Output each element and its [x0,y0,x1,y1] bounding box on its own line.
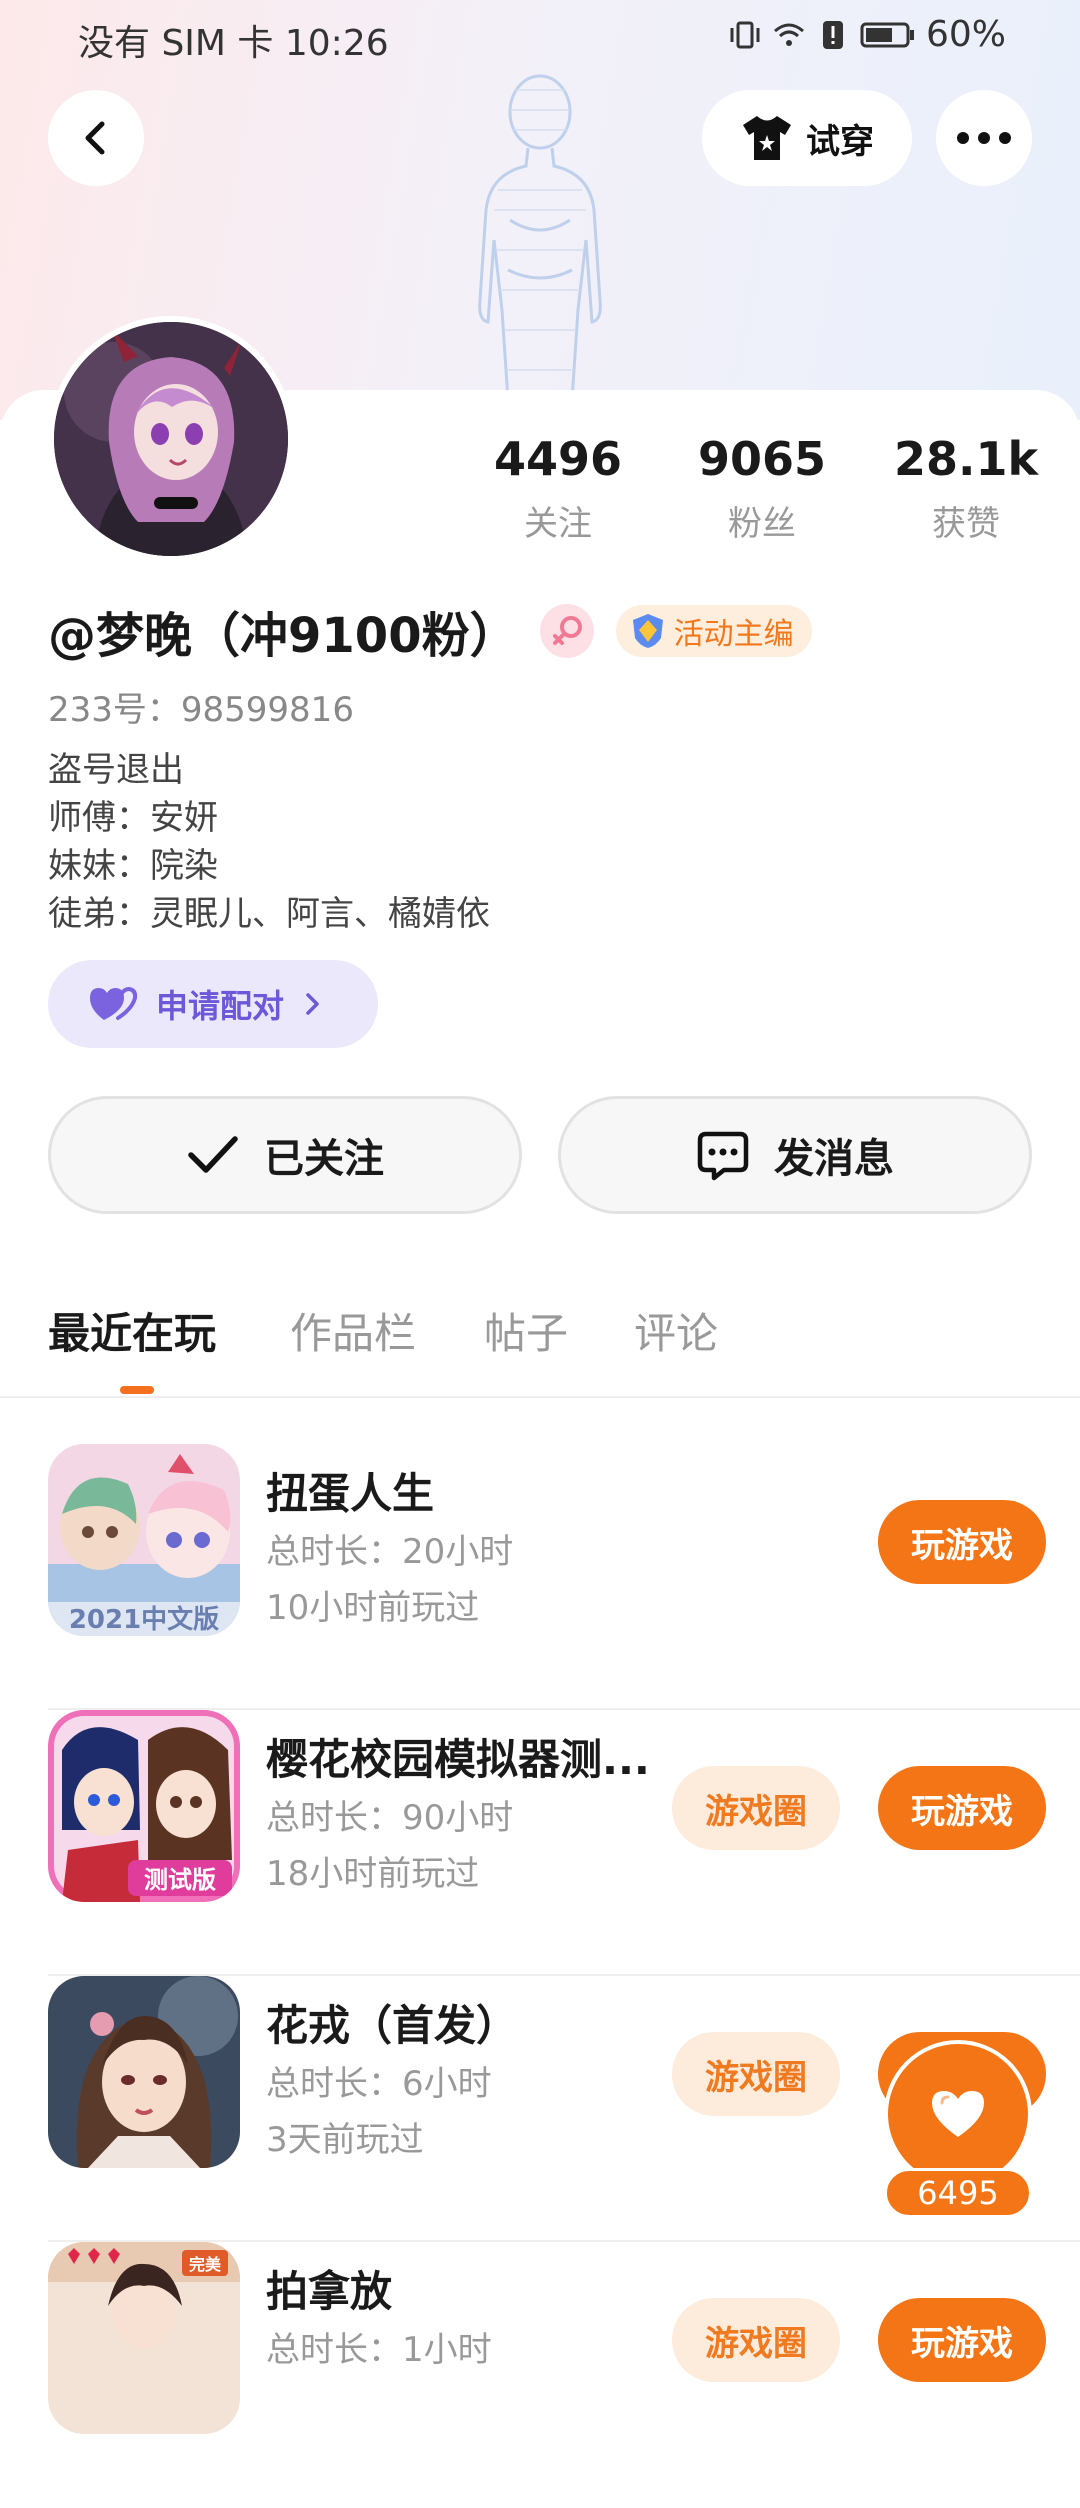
battery-text: 60% [925,14,1006,55]
status-right: 60% [728,14,1006,55]
game-row[interactable]: 测试版 樱花校园模拟器测... 总时长：90小时 18小时前玩过 游戏圈 玩游戏 [48,1710,1080,1976]
carrier-text: 没有 SIM 卡 [78,23,274,64]
game-title: 花戎（首发） [266,2001,519,2050]
bio-line: 徒弟：灵眠儿、阿言、橘婧依 [48,894,490,934]
like-fab-button[interactable] [884,2040,1032,2188]
bio: 盗号退出 师傅：安妍 妹妹：院染 徒弟：灵眠儿、阿言、橘婧依 [48,746,490,938]
game-duration: 总时长：20小时 [266,1532,514,1572]
game-circle-button[interactable]: 游戏圈 [672,2298,840,2382]
tab-posts[interactable]: 帖子 [484,1300,568,1361]
role-badge-label: 活动主编 [673,617,794,652]
game-thumbnail-icon: 测试版 [48,1710,240,1902]
tryon-label: 试穿 [806,121,874,162]
avatar[interactable] [48,316,294,562]
message-button[interactable]: 发消息 [558,1096,1032,1214]
chat-bubble-icon [697,1131,749,1181]
editor-shield-icon [632,614,663,648]
back-arrow-icon [85,121,105,155]
game-row[interactable]: 2021中文版 扭蛋人生 总时长：20小时 10小时前玩过 玩游戏 [48,1444,1080,1710]
female-icon [552,616,582,645]
following-button[interactable]: 已关注 [48,1096,522,1214]
chevron-right-icon [306,993,319,1015]
game-last-played: 18小时前玩过 [266,1854,480,1894]
pair-label: 申请配对 [156,987,285,1025]
game-duration: 总时长：1小时 [266,2330,492,2370]
following-label: 已关注 [264,1136,384,1182]
game-duration: 总时长：90小时 [266,1798,514,1838]
user-name: @梦晚（冲9100粉） [48,608,518,664]
role-badge[interactable]: 活动主编 [615,605,812,657]
game-icon[interactable]: 测试版 [48,1710,240,1902]
stat-value: 4496 [493,432,623,486]
vibrate-icon [730,21,760,48]
game-last-played: 10小时前玩过 [266,1588,480,1628]
wifi-icon [774,23,804,46]
game-icon-caption: 完美 [189,2255,222,2274]
status-bar: 没有 SIM 卡 10:26 60% [0,0,1080,74]
alert-icon [822,20,843,49]
play-game-button[interactable]: 玩游戏 [878,2298,1046,2382]
bio-line: 妹妹：院染 [48,846,218,886]
game-icon[interactable]: 完美 [48,2242,240,2434]
more-dots-icon [957,132,1011,144]
game-icon[interactable] [48,1976,240,2168]
stat-likes[interactable]: 28.1k 获赞 [866,432,1066,545]
more-button[interactable] [936,90,1032,186]
game-title: 扭蛋人生 [266,1469,435,1518]
tabs-divider [0,1396,1080,1398]
game-last-played: 3天前玩过 [266,2120,424,2160]
game-thumbnail-icon [48,1976,240,2168]
tryon-button[interactable]: 试穿 [702,90,912,186]
status-left: 没有 SIM 卡 10:26 [78,14,389,66]
play-game-button[interactable]: 玩游戏 [878,1500,1046,1584]
stat-followers[interactable]: 9065 粉丝 [662,432,862,545]
clock-text: 10:26 [284,23,389,64]
bio-line: 师傅：安妍 [48,798,218,838]
like-count: 6495 [884,2168,1032,2218]
check-icon [188,1136,238,1173]
pair-request-button[interactable]: 申请配对 [48,960,378,1048]
tab-works[interactable]: 作品栏 [290,1300,416,1361]
stat-following[interactable]: 4496 关注 [458,432,658,545]
game-circle-button[interactable]: 游戏圈 [672,2032,840,2116]
stat-value: 28.1k [893,432,1039,486]
battery-icon [860,22,914,47]
name-row: @梦晚（冲9100粉） 活动主编 [48,596,812,666]
game-thumbnail-icon: 完美 [48,2242,240,2434]
game-title: 拍拿放 [266,2267,393,2316]
double-heart-icon [90,986,138,1020]
game-icon-caption: 2021中文版 [69,1604,219,1635]
game-circle-button[interactable]: 游戏圈 [672,1766,840,1850]
game-icon-caption: 测试版 [144,1866,216,1894]
tshirt-icon [743,116,791,160]
message-label: 发消息 [774,1136,894,1182]
stat-label: 获赞 [932,504,1000,544]
game-title: 樱花校园模拟器测... [266,1735,650,1784]
game-thumbnail-icon: 2021中文版 [48,1444,240,1636]
tab-comments[interactable]: 评论 [634,1300,718,1361]
avatar-image-icon [54,322,288,556]
active-tab-indicator [120,1386,154,1394]
game-icon[interactable]: 2021中文版 [48,1444,240,1636]
user-id: 233号：98599816 [48,690,354,730]
stat-label: 粉丝 [728,504,796,544]
gender-badge [539,604,594,658]
heart-icon [932,2091,984,2137]
back-button[interactable] [48,90,144,186]
stat-label: 关注 [524,504,592,544]
avatar-figure-icon [478,74,602,400]
bio-line: 盗号退出 [48,750,184,790]
play-game-button[interactable]: 玩游戏 [878,1766,1046,1850]
game-row[interactable]: 完美 拍拿放 总时长：1小时 游戏圈 玩游戏 [48,2242,1046,2508]
stat-value: 9065 [697,432,827,486]
game-duration: 总时长：6小时 [266,2064,492,2104]
tab-recent-played[interactable]: 最近在玩 [48,1300,216,1361]
